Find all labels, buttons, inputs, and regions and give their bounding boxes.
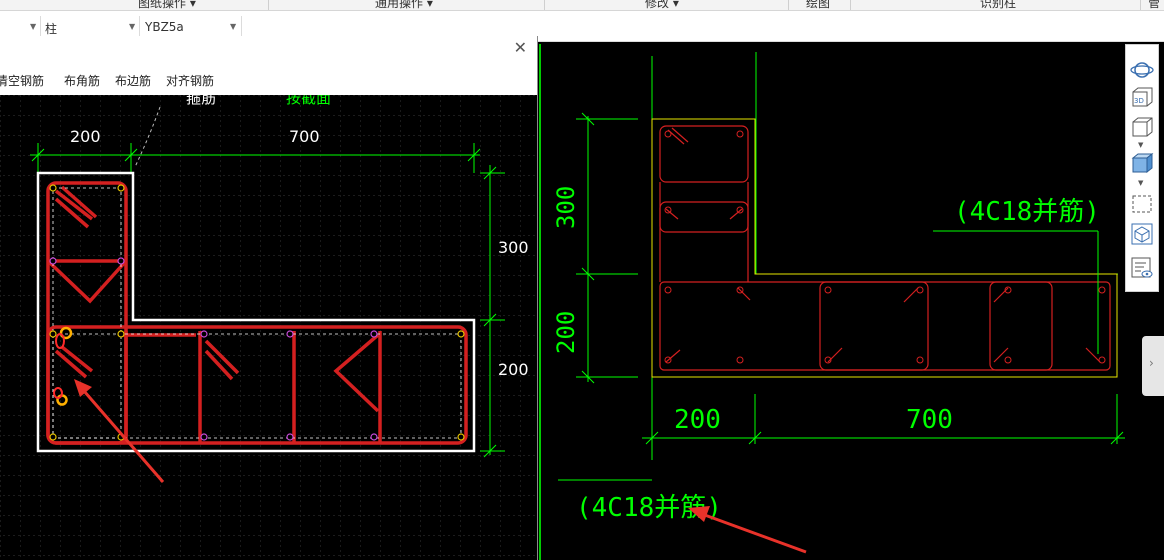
- ribbon-tab-draw[interactable]: 绘图: [806, 0, 830, 10]
- orbit-icon[interactable]: [1130, 59, 1154, 81]
- clear-rebar-button[interactable]: 清空钢筋: [0, 72, 44, 89]
- svg-text:3D: 3D: [1134, 97, 1144, 105]
- section-editor-dialog: ✕ 清空钢筋 布角筋 布边筋 对齐钢筋 箍筋 按截面 200 700 300 2…: [0, 36, 538, 560]
- ribbon-tab-manage[interactable]: 管: [1148, 0, 1160, 10]
- dim-label-200: 200: [552, 311, 580, 354]
- dim-label-300: 300: [552, 186, 580, 229]
- dim-label-200-right: 200: [498, 360, 529, 379]
- properties-eye-icon[interactable]: [1130, 257, 1154, 279]
- rebar-note-4c18: (4C18并筋): [954, 197, 1100, 227]
- chevron-right-icon: ›: [1149, 356, 1154, 370]
- align-rebar-button[interactable]: 对齐钢筋: [166, 72, 214, 89]
- box-solid-icon[interactable]: [1130, 153, 1154, 175]
- chevron-down-icon[interactable]: ▼: [129, 22, 135, 31]
- dim-label-300-right: 300: [498, 238, 529, 257]
- ribbon-tab-identify-column[interactable]: 识别柱: [980, 0, 1016, 10]
- dim-label-700-bottom: 700: [906, 405, 953, 435]
- dim-label-200-bottom: 200: [674, 405, 721, 435]
- ribbon-tab-modify[interactable]: 修改 ▾: [645, 0, 679, 10]
- chevron-down-icon[interactable]: ▼: [230, 22, 236, 31]
- stirrup-label: 箍筋: [186, 95, 216, 107]
- component-select[interactable]: YBZ5a: [145, 20, 184, 34]
- ribbon-tab-general-ops[interactable]: 通用操作 ▾: [375, 0, 433, 10]
- place-edge-rebar-button[interactable]: 布边筋: [115, 72, 151, 89]
- dim-label-700-top: 700: [289, 127, 320, 146]
- box-view-icon[interactable]: [1130, 117, 1154, 139]
- ribbon-bar: 图纸操作 ▾ 通用操作 ▾ 修改 ▾ 绘图 识别柱 管: [0, 0, 1164, 11]
- cube-check-icon[interactable]: [1130, 223, 1154, 245]
- chevron-down-icon[interactable]: ▼: [1138, 179, 1143, 187]
- ribbon-tab-drawing-ops[interactable]: 图纸操作 ▾: [138, 0, 196, 10]
- ribbon-separator: [850, 0, 851, 10]
- chevron-down-icon[interactable]: ▼: [30, 22, 36, 31]
- cad-reference-canvas[interactable]: 300 200 200 700 (4C18并筋) (4C18并筋): [538, 44, 1125, 560]
- view-toolbar: 3D ▼ ▼: [1125, 44, 1159, 292]
- select-region-icon[interactable]: [1130, 193, 1154, 215]
- edit-section-label: 按截面: [286, 95, 331, 107]
- view-3d-icon[interactable]: 3D: [1130, 87, 1154, 109]
- dim-label-200-top: 200: [70, 127, 101, 146]
- close-icon[interactable]: ✕: [514, 38, 527, 57]
- property-separator: [40, 16, 41, 36]
- ribbon-separator: [1140, 0, 1141, 10]
- side-panel-handle[interactable]: ›: [1142, 336, 1164, 396]
- property-separator: [139, 16, 140, 36]
- property-separator: [241, 16, 242, 36]
- ribbon-separator: [544, 0, 545, 10]
- place-corner-rebar-button[interactable]: 布角筋: [64, 72, 100, 89]
- section-edit-canvas[interactable]: 箍筋 按截面 200 700 300 200: [0, 95, 537, 560]
- ribbon-separator: [268, 0, 269, 10]
- category-select[interactable]: 柱: [45, 20, 57, 37]
- dialog-toolbar: 清空钢筋 布角筋 布边筋 对齐钢筋: [0, 62, 537, 96]
- chevron-down-icon[interactable]: ▼: [1138, 141, 1143, 149]
- ribbon-separator: [788, 0, 789, 10]
- dialog-titlebar: ✕: [0, 36, 537, 62]
